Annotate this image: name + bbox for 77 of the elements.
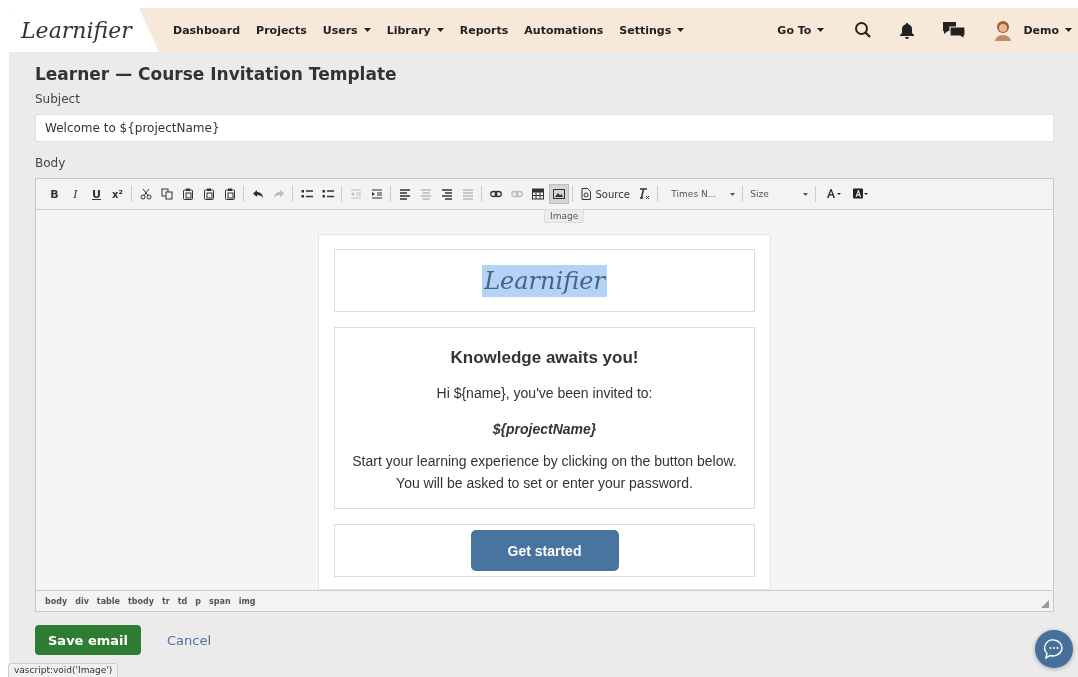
numbered-list-icon xyxy=(300,188,313,200)
undo-icon xyxy=(251,188,264,200)
unlink-icon xyxy=(510,188,523,200)
bell-icon[interactable] xyxy=(899,21,916,39)
justify-icon xyxy=(461,188,474,200)
user-menu[interactable]: Demo xyxy=(1023,23,1072,37)
email-logo[interactable]: Learnifier xyxy=(482,264,607,297)
logo[interactable]: Learnifier xyxy=(21,17,132,43)
tooltip: Image xyxy=(544,209,585,223)
source-icon xyxy=(579,188,592,200)
caret-icon xyxy=(730,192,736,196)
caret-icon xyxy=(803,192,809,196)
bold-button[interactable]: B xyxy=(44,184,65,204)
paste-icon xyxy=(181,188,194,200)
resize-grip-icon[interactable] xyxy=(1041,600,1049,608)
path-item[interactable]: tbody xyxy=(128,596,154,606)
chat-icon[interactable] xyxy=(942,20,967,40)
indent-icon xyxy=(370,188,383,200)
avatar-icon[interactable] xyxy=(993,19,1014,41)
align-center-icon xyxy=(419,188,432,200)
nav-item[interactable]: Users xyxy=(322,23,371,37)
image-icon xyxy=(552,188,565,200)
subject-label: Subject xyxy=(35,92,80,106)
paste-text-icon xyxy=(202,188,215,200)
path-item[interactable]: span xyxy=(209,596,231,606)
underline-button[interactable]: U xyxy=(86,184,107,204)
link-icon xyxy=(489,188,502,200)
caret-icon xyxy=(436,28,444,32)
email-paragraph: Start your learning experience by clicking on the button below. You will be asked to set or enter your password. xyxy=(352,452,737,493)
path-item[interactable]: td xyxy=(177,596,188,606)
nav-item[interactable]: Dashboard xyxy=(173,23,241,37)
copy-icon xyxy=(160,188,173,200)
outdent-icon xyxy=(349,188,362,200)
get-started-button[interactable]: Get started xyxy=(470,530,619,571)
cancel-link[interactable]: Cancel xyxy=(167,632,212,648)
align-right-icon xyxy=(440,188,453,200)
path-item[interactable]: img xyxy=(238,596,256,606)
align-left-icon xyxy=(398,188,411,200)
email-greeting: Hi ${name}, you've been invited to: xyxy=(436,384,653,403)
bullet-list-icon xyxy=(321,188,334,200)
caret-icon xyxy=(817,28,825,32)
caret-icon xyxy=(363,28,371,32)
clear-format-icon xyxy=(637,188,650,200)
font-dropdown[interactable]: Times N... xyxy=(667,189,740,199)
search-icon[interactable] xyxy=(854,21,873,39)
caret-icon xyxy=(1065,28,1072,32)
image-button[interactable] xyxy=(548,184,569,204)
nav-item[interactable]: Projects xyxy=(256,23,307,37)
save-button[interactable]: Save email xyxy=(35,625,141,655)
path-item[interactable]: table xyxy=(96,596,120,606)
nav-item[interactable]: Library xyxy=(386,23,444,37)
background-color-icon xyxy=(852,188,869,200)
paste-word-icon xyxy=(223,188,236,200)
table-icon xyxy=(531,188,544,200)
path-item[interactable]: p xyxy=(195,596,202,606)
caret-icon xyxy=(677,28,685,32)
project-name: ${projectName} xyxy=(492,420,597,439)
path-item[interactable]: tr xyxy=(162,596,170,606)
path-item[interactable]: div xyxy=(75,596,89,606)
superscript-button[interactable]: x² xyxy=(107,184,128,204)
redo-icon xyxy=(272,188,285,200)
text-color-icon xyxy=(826,188,843,200)
size-dropdown[interactable]: Size xyxy=(746,189,813,199)
nav-item[interactable]: Automations xyxy=(524,23,604,37)
status-url: vascript:void('Image') xyxy=(8,663,119,677)
page-title: Learner — Course Invitation Template xyxy=(35,64,398,84)
nav-item[interactable]: Reports xyxy=(459,23,509,37)
go-to-menu[interactable]: Go To xyxy=(777,23,825,37)
email-heading: Knowledge awaits you! xyxy=(450,348,639,368)
path-item[interactable]: body xyxy=(45,596,68,606)
italic-button[interactable]: I xyxy=(65,184,86,204)
chat-bubble-icon xyxy=(1043,638,1065,660)
cut-icon xyxy=(139,188,152,200)
nav-item[interactable]: Settings xyxy=(619,23,685,37)
subject-field[interactable]: Welcome to ${projectName} xyxy=(35,114,1054,142)
body-label: Body xyxy=(35,156,66,170)
source-button[interactable]: Source xyxy=(576,184,633,204)
